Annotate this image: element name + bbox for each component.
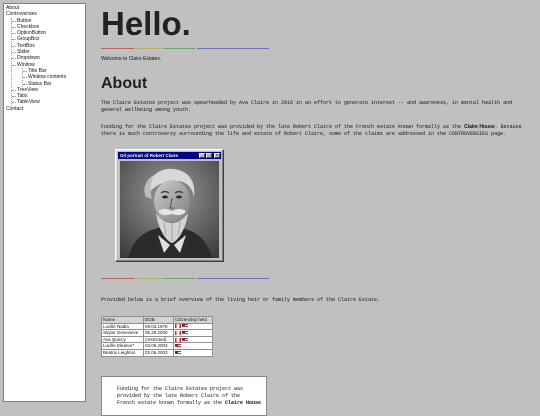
decorative-divider: [101, 48, 269, 49]
heir-name: Ava Quincy: [101, 335, 144, 344]
tree-navigation: About Controversies Button Checkbox Opti…: [3, 3, 86, 402]
table-row: Beatrix Leighton 03.06.2003: [101, 348, 213, 357]
funding-line-1: Funding for the Claire Estates project w…: [117, 386, 244, 392]
canada-flag-icon: [175, 337, 181, 342]
table-header-row: Name DOB Citizenship held: [101, 316, 213, 324]
usa-flag-icon: [182, 331, 188, 335]
heir-name: Skylar Genevieve: [101, 329, 144, 337]
table-row: Lucille Nadia 09.03.1978: [101, 322, 213, 331]
welcome-text: Welcome to Claire Estates.: [101, 56, 162, 62]
about-paragraph-2: Funding for the Claire Estates project w…: [101, 124, 531, 138]
heir-citizenship: [173, 322, 213, 331]
funding-line-3: French estate known formally as the Clai…: [117, 400, 266, 407]
maximize-button[interactable]: □: [206, 152, 212, 158]
portrait-window: Oil portrait of Robert Claire _ □ ×: [115, 149, 224, 262]
table-row: Lucille Eleanor* 03.06.2003: [101, 342, 213, 350]
heir-citizenship: [173, 329, 213, 337]
heir-name: Lucille Eleanor*: [101, 342, 144, 350]
heir-name: Beatrix Leighton: [101, 348, 144, 357]
claire-house-emphasis: Claire House: [464, 124, 495, 130]
column-header-dob[interactable]: DOB: [143, 316, 174, 324]
funding-line-2: provided by the late Robert Claire of th…: [117, 393, 241, 399]
window-title: Oil portrait of Robert Claire: [120, 153, 179, 158]
page-title: Hello.: [101, 5, 191, 42]
heir-dob: (restricted): [143, 335, 174, 344]
heir-citizenship: [173, 335, 213, 344]
table-row: Skylar Genevieve 05.28.2000: [101, 329, 213, 337]
heir-citizenship: [173, 342, 213, 350]
heir-dob: 03.06.2003: [143, 348, 174, 357]
minimize-button[interactable]: _: [199, 152, 205, 158]
table-row: Ava Quincy (restricted): [101, 335, 213, 344]
heirs-intro: Provided below is a brief overview of th…: [101, 297, 381, 303]
about-paragraph-1: The Claire Estates project was spearhead…: [101, 100, 513, 113]
usa-flag-icon: [175, 344, 181, 349]
about-paragraph-2-text: Funding for the Claire Estates project w…: [101, 124, 465, 130]
close-button[interactable]: ×: [214, 152, 220, 158]
minimize-icon: _: [200, 152, 204, 157]
heir-citizenship: [173, 348, 213, 357]
funding-claire-house: Claire House: [225, 400, 262, 406]
decorative-divider-2: [101, 278, 269, 279]
nav-item-contact[interactable]: Contact: [6, 106, 85, 112]
heir-dob: 05.28.2000: [143, 329, 174, 337]
maximize-icon: □: [207, 152, 211, 157]
usa-flag-icon: [175, 350, 181, 355]
portrait-image: [120, 161, 219, 258]
heir-dob: 03.06.2003: [143, 342, 174, 350]
column-header-name[interactable]: Name: [101, 316, 144, 324]
heir-name: Lucille Nadia: [101, 322, 144, 331]
funding-box: Funding for the Claire Estates project w…: [101, 376, 267, 416]
usa-flag-icon: [182, 337, 188, 342]
nav-item-tableview[interactable]: TableView: [12, 99, 85, 105]
canada-flag-icon: [175, 324, 181, 329]
window-title-bar[interactable]: Oil portrait of Robert Claire _ □ ×: [118, 152, 221, 159]
heirs-table: Name DOB Citizenship held Lucille Nadia 0…: [101, 316, 213, 357]
about-heading: About: [101, 75, 148, 92]
close-icon: ×: [215, 152, 219, 157]
column-header-citizenship[interactable]: Citizenship held: [173, 316, 213, 324]
heir-dob: 09.03.1978: [143, 322, 174, 331]
main-content: Hello. Welcome to Claire Estates. About …: [101, 0, 540, 416]
usa-flag-icon: [182, 324, 188, 329]
funding-line-3-text: French estate known formally as the: [117, 400, 226, 406]
canada-flag-icon: [175, 331, 181, 335]
